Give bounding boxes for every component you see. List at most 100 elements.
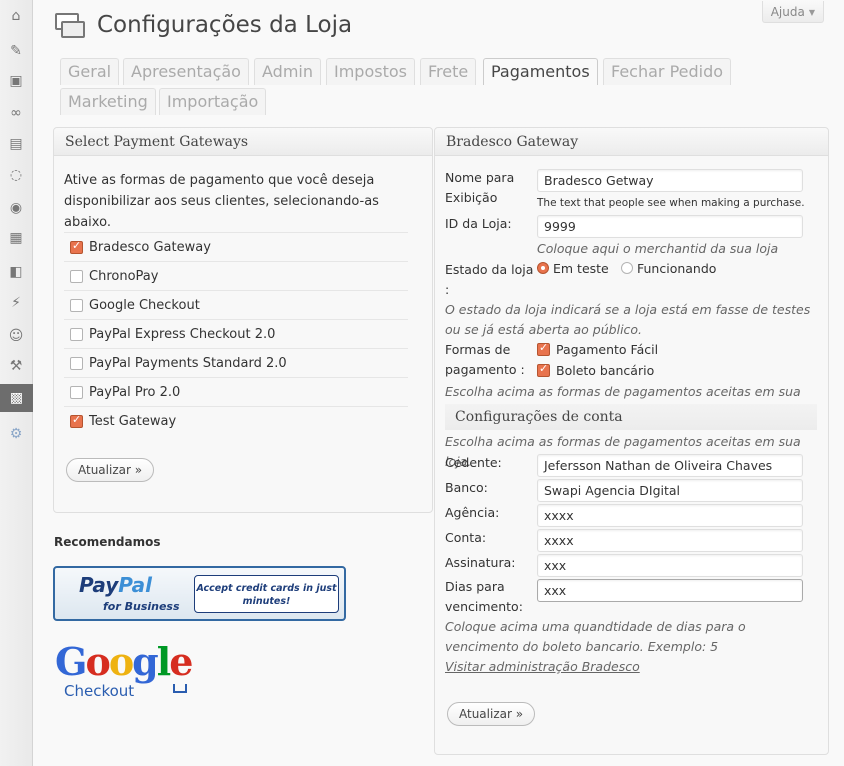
links-icon[interactable]: ∞ bbox=[0, 99, 32, 127]
radio-button[interactable] bbox=[537, 261, 549, 274]
tab-geral[interactable]: Geral bbox=[60, 58, 120, 85]
radio-funcionando[interactable]: Funcionando bbox=[621, 261, 716, 276]
agencia-label: Agência: bbox=[445, 505, 500, 520]
checkbox[interactable] bbox=[70, 298, 83, 312]
gateway-label: Test Gateway bbox=[89, 413, 177, 429]
list-item[interactable]: Bradesco Gateway bbox=[64, 232, 408, 261]
radio-em-teste[interactable]: Em teste bbox=[537, 261, 609, 276]
users-icon[interactable]: ☺ bbox=[0, 322, 32, 350]
credit-card-icon bbox=[53, 10, 85, 40]
recommend-heading: Recomendamos bbox=[54, 535, 161, 549]
cedente-label: Cedente: bbox=[445, 455, 502, 470]
tools-icon[interactable]: ⚒ bbox=[0, 352, 32, 380]
estado-label: Estado da loja : bbox=[445, 262, 534, 297]
dashboard-icon[interactable]: ⌂ bbox=[0, 2, 32, 30]
products-icon[interactable]: ▦ bbox=[0, 224, 32, 252]
gateway-list: Bradesco Gateway ChronoPay Google Checko… bbox=[64, 232, 408, 435]
nome-label: Nome para Exibição bbox=[445, 170, 515, 205]
option-boleto[interactable]: Boleto bancário bbox=[537, 362, 655, 378]
list-item[interactable]: PayPal Pro 2.0 bbox=[64, 377, 408, 406]
list-item[interactable]: ChronoPay bbox=[64, 261, 408, 290]
tab-marketing[interactable]: Marketing bbox=[60, 88, 156, 115]
dias-label: Dias para vencimento: bbox=[445, 579, 523, 614]
media-icon[interactable]: ▣ bbox=[0, 67, 32, 95]
formas-label: Formas de pagamento : bbox=[445, 342, 525, 377]
list-item[interactable]: PayPal Payments Standard 2.0 bbox=[64, 348, 408, 377]
checkbox[interactable] bbox=[70, 327, 83, 341]
list-item[interactable]: Test Gateway bbox=[64, 406, 408, 435]
cedente-input[interactable]: Jefersson Nathan de Oliveira Chaves bbox=[537, 454, 803, 477]
radio-button[interactable] bbox=[621, 261, 633, 274]
banco-input[interactable]: Swapi Agencia DIgital bbox=[537, 479, 803, 502]
pages-icon[interactable]: ▤ bbox=[0, 130, 32, 158]
bradesco-box: Bradesco Gateway Nome para Exibição Brad… bbox=[434, 127, 829, 755]
nome-input[interactable]: Bradesco Getway bbox=[537, 169, 803, 192]
bradesco-box-title: Bradesco Gateway bbox=[435, 128, 828, 156]
store-icon[interactable]: ◉ bbox=[0, 194, 32, 222]
checkbox[interactable] bbox=[70, 239, 83, 254]
gateways-box: Select Payment Gateways Ative as formas … bbox=[53, 127, 433, 513]
list-item[interactable]: PayPal Express Checkout 2.0 bbox=[64, 319, 408, 348]
id-input[interactable]: 9999 bbox=[537, 215, 803, 238]
checkbox[interactable] bbox=[70, 356, 83, 370]
estado-desc: O estado da loja indicará se a loja está… bbox=[445, 302, 811, 337]
admin-menu: ⌂ ✎ ▣ ∞ ▤ ◌ ◉ ▦ ◧ ⚡ ☺ ⚒ ▩ ⚙ bbox=[0, 0, 41, 766]
chevron-down-icon: ▼ bbox=[808, 7, 815, 17]
checkbox[interactable] bbox=[537, 362, 550, 377]
conta-heading: Configurações de conta bbox=[445, 404, 817, 430]
conta-input[interactable]: xxxx bbox=[537, 529, 803, 552]
gateway-label: Bradesco Gateway bbox=[89, 239, 211, 255]
tab-frete[interactable]: Frete bbox=[420, 58, 477, 85]
conta-label: Conta: bbox=[445, 530, 487, 545]
appearance-icon[interactable]: ◧ bbox=[0, 258, 32, 286]
radio-label: Em teste bbox=[553, 261, 609, 276]
gear-icon[interactable]: ⚙ bbox=[0, 420, 32, 448]
posts-pin-icon[interactable]: ✎ bbox=[0, 37, 32, 65]
paypal-logo-b: Pal bbox=[118, 573, 153, 597]
tab-apresentacao[interactable]: Apresentação bbox=[123, 58, 249, 85]
update-gateways-button[interactable]: Atualizar » bbox=[66, 458, 155, 482]
radio-label: Funcionando bbox=[637, 261, 717, 276]
help-label: Ajuda bbox=[770, 5, 805, 19]
list-item[interactable]: Google Checkout bbox=[64, 290, 408, 319]
option-label: Pagamento Fácil bbox=[556, 342, 659, 357]
option-pagamento-facil[interactable]: Pagamento Fácil bbox=[537, 341, 659, 357]
settings-icon[interactable]: ▩ bbox=[0, 384, 33, 412]
gateways-intro: Ative as formas de pagamento que você de… bbox=[64, 173, 379, 230]
page-title: Configurações da Loja bbox=[97, 12, 353, 38]
id-label: ID da Loja: bbox=[445, 216, 512, 231]
bradesco-admin-link[interactable]: Visitar administração Bradesco bbox=[445, 657, 640, 677]
plugins-icon[interactable]: ⚡ bbox=[0, 289, 32, 317]
comments-icon[interactable]: ◌ bbox=[0, 161, 32, 189]
checkbox[interactable] bbox=[537, 341, 550, 356]
google-checkout-banner[interactable]: Google Checkout bbox=[55, 640, 215, 702]
nome-desc: The text that people see when making a p… bbox=[537, 197, 805, 209]
agencia-input[interactable]: xxxx bbox=[537, 504, 803, 527]
google-checkout-sub: Checkout bbox=[64, 682, 135, 700]
tab-importacao[interactable]: Importação bbox=[159, 88, 267, 115]
option-label: Boleto bancário bbox=[556, 363, 655, 378]
tab-fechar-pedido[interactable]: Fechar Pedido bbox=[603, 58, 732, 85]
banco-label: Banco: bbox=[445, 480, 488, 495]
cart-icon bbox=[173, 684, 187, 693]
checkbox[interactable] bbox=[70, 269, 83, 283]
gateways-box-title: Select Payment Gateways bbox=[54, 128, 432, 156]
tab-admin[interactable]: Admin bbox=[254, 58, 321, 85]
assinatura-input[interactable]: xxx bbox=[537, 554, 803, 577]
paypal-logo: PayPal bbox=[79, 573, 152, 597]
checkbox[interactable] bbox=[70, 413, 83, 428]
help-button[interactable]: Ajuda ▼ bbox=[761, 1, 824, 23]
update-bradesco-button[interactable]: Atualizar » bbox=[447, 702, 536, 726]
paypal-logo-a: Pay bbox=[79, 573, 119, 597]
dias-input[interactable]: xxx bbox=[537, 579, 803, 602]
page-header: Configurações da Loja bbox=[53, 10, 352, 40]
paypal-sub: for Business bbox=[103, 600, 180, 613]
tab-impostos[interactable]: Impostos bbox=[326, 58, 415, 85]
paypal-banner[interactable]: PayPal for Business Accept credit cards … bbox=[53, 566, 346, 621]
tab-pagamentos[interactable]: Pagamentos bbox=[483, 58, 598, 85]
gateway-label: PayPal Payments Standard 2.0 bbox=[89, 355, 287, 371]
checkbox[interactable] bbox=[70, 385, 83, 399]
gateway-label: Google Checkout bbox=[89, 297, 200, 313]
id-desc: Coloque aqui o merchantid da sua loja bbox=[537, 241, 779, 256]
dias-desc: Coloque acima uma quandtidade de dias pa… bbox=[445, 619, 746, 654]
